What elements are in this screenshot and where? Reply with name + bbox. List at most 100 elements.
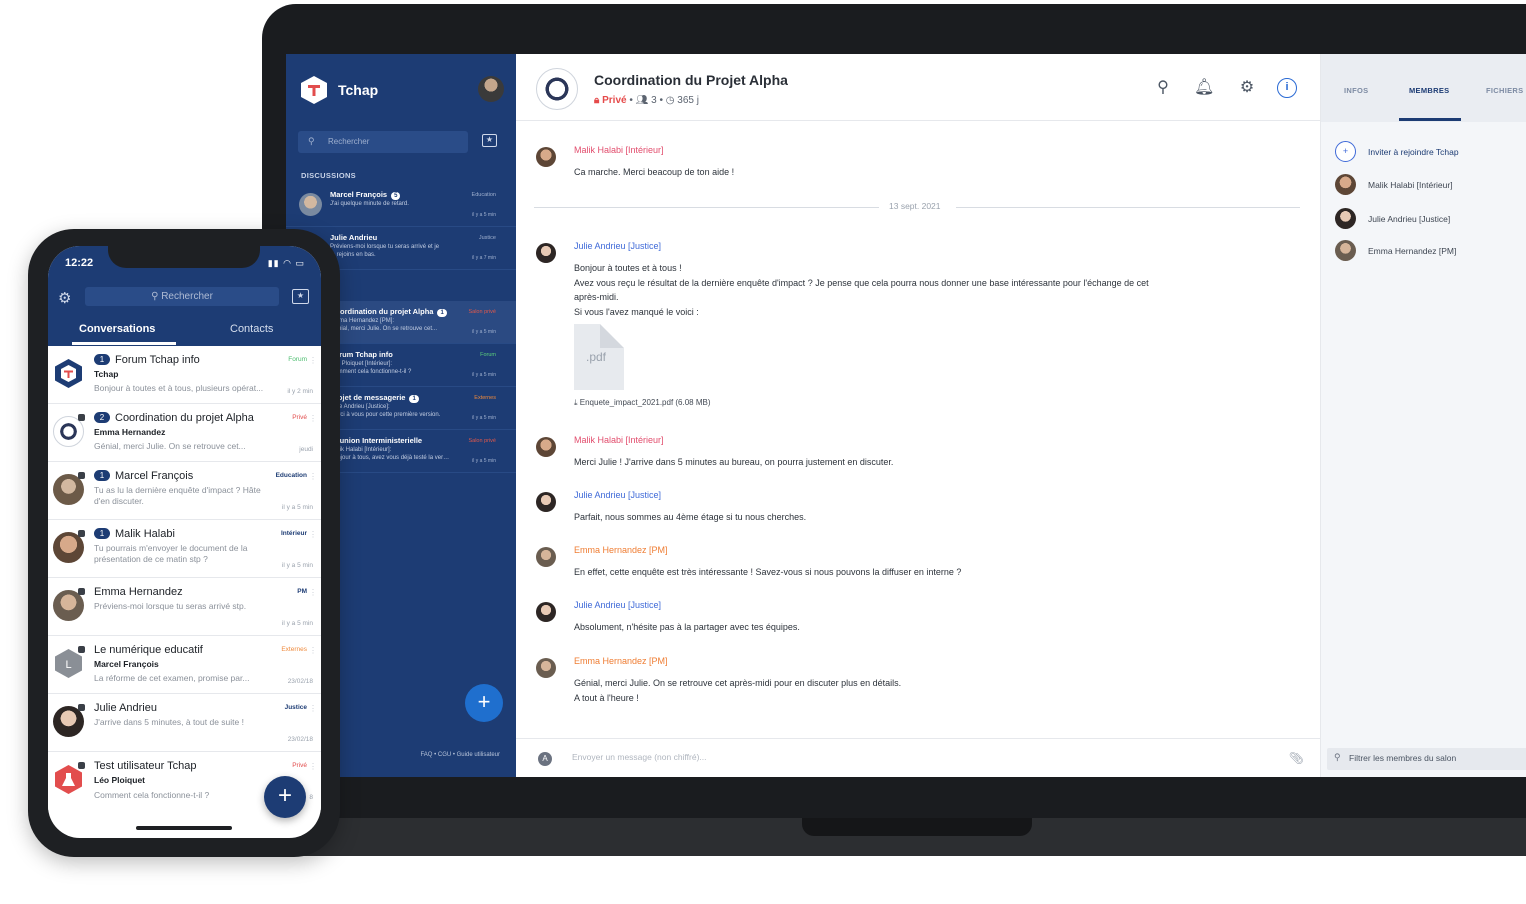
tab-fichiers[interactable]: FICHIERS [1486, 86, 1523, 95]
status-time: 12:22 [65, 257, 94, 269]
conversation-time: il y a 5 min [281, 504, 313, 511]
more-icon[interactable]: ⋮ [309, 704, 317, 713]
user-avatar[interactable] [478, 76, 504, 102]
member-item[interactable]: Malik Halabi [Intérieur] [1335, 174, 1525, 196]
conversation-sub: Emma Hernandez [94, 427, 166, 437]
room-preview: Julie Andrieu [Justice]: [330, 404, 390, 410]
sidebar-search-input[interactable]: ⚲ Rechercher [298, 131, 468, 153]
filter-members-input[interactable]: ⚲ Filtrer les membres du salon [1327, 748, 1526, 770]
room-name: Coordination du projet Alpha 1 [330, 307, 447, 317]
room-name: Réunion Interministerielle [330, 436, 423, 445]
room-preview-line2: Bonjour à tous, avez vous déjà testé la … [330, 455, 450, 461]
invite-button[interactable]: + Inviter à rejoindre Tchap [1335, 141, 1525, 163]
lock-icon [78, 414, 85, 421]
conversation-item[interactable]: 1 Malik Halabi Tu pourrais m'envoyer le d… [48, 520, 321, 578]
gear-icon[interactable]: ⚙ [1237, 78, 1257, 98]
sidebar-footer-links[interactable]: FAQ • CGU • Guide utilisateur [420, 752, 500, 758]
room-tag: Salon privé [468, 438, 496, 444]
message-author[interactable]: Julie Andrieu [Justice] [574, 241, 661, 251]
more-icon[interactable]: ⋮ [309, 762, 317, 771]
mobile-search-placeholder: Rechercher [161, 291, 213, 302]
pdf-attachment[interactable]: .pdf [574, 324, 624, 390]
conversation-tag: Intérieur [280, 530, 307, 537]
mobile-search-input[interactable]: ⚲ Rechercher [85, 287, 279, 306]
lock-icon [78, 704, 85, 711]
lock-icon [78, 588, 85, 595]
room-preview-line2: Merci à vous pour cette première version… [330, 412, 441, 418]
search-icon[interactable]: ⚲ [1153, 78, 1173, 98]
tab-contacts[interactable]: Contacts [230, 323, 273, 335]
message-author[interactable]: Emma Hernandez [PM] [574, 545, 668, 555]
attachment-download-link[interactable]: ⤓ Enquete_impact_2021.pdf (6.08 MB) [574, 398, 711, 408]
conversation-time: il y 2 min [287, 388, 313, 395]
conversation-item[interactable]: 1 Forum Tchap info Tchap Bonjour à toutes… [48, 346, 321, 404]
avatar [536, 243, 556, 263]
gear-icon[interactable]: ⚙ [58, 289, 71, 307]
member-name: Julie Andrieu [Justice] [1368, 214, 1451, 224]
conversation-name: 1 Forum Tchap info [94, 354, 200, 366]
room-time: il y a 7 min [472, 255, 496, 261]
new-conversation-button[interactable]: + [465, 684, 503, 722]
room-tag: Education [471, 192, 496, 198]
favourites-icon[interactable]: ★ [292, 289, 309, 304]
room-name: Projet de messagerie 1 [330, 393, 419, 403]
room-tag: Justice [478, 235, 496, 241]
info-icon[interactable]: i [1277, 78, 1297, 98]
more-icon[interactable]: ⋮ [309, 472, 317, 481]
message-body: Génial, merci Julie. On se retrouve cet … [574, 678, 902, 703]
conversation-item[interactable]: 1 Marcel François Tu as lu la dernière en… [48, 462, 321, 520]
more-icon[interactable]: ⋮ [309, 414, 317, 423]
message-author[interactable]: Julie Andrieu [Justice] [574, 600, 661, 610]
message-input[interactable]: Envoyer un message (non chiffré)... [572, 752, 707, 762]
clock-icon: ◷ [665, 95, 675, 106]
unread-badge: 1 [94, 528, 110, 539]
conversation-preview: Comment cela fonctionne-t-il ? [94, 790, 210, 800]
tab-infos[interactable]: INFOS [1344, 86, 1368, 95]
conversation-sub: Léo Ploiquet [94, 775, 145, 785]
room-preview: Emma Hernandez [PM]: [330, 318, 395, 324]
more-icon[interactable]: ⋮ [309, 530, 317, 539]
conversation-name: Emma Hernandez [94, 586, 183, 598]
lock-icon [78, 646, 85, 653]
more-icon[interactable]: ⋮ [309, 646, 317, 655]
message-body: Parfait, nous sommes au 4ème étage si tu… [574, 512, 807, 522]
room-meta: 🔒︎ Privé • 👥︎ 3 • ◷ 365 j [594, 95, 699, 106]
conversation-item[interactable]: 2 Coordination du projet Alpha Emma Herna… [48, 404, 321, 462]
message-author[interactable]: Malik Halabi [Intérieur] [574, 435, 664, 445]
conversation-time: 23/02/18 [287, 736, 313, 743]
tab-conversations[interactable]: Conversations [79, 323, 155, 335]
room-preview: J'ai quelque minute de retard. [330, 201, 409, 207]
paperclip-icon[interactable]: 📎︎ [1289, 751, 1304, 765]
member-item[interactable]: Julie Andrieu [Justice] [1335, 208, 1525, 230]
message-body: Merci Julie ! J'arrive dans 5 minutes au… [574, 457, 894, 467]
conversation-sub: Marcel François [94, 659, 159, 669]
conversation-item[interactable]: L Le numérique educatif Marcel François … [48, 636, 321, 694]
member-item[interactable]: Emma Hernandez [PM] [1335, 240, 1525, 262]
message-author[interactable]: Malik Halabi [Intérieur] [574, 145, 664, 155]
avatar [536, 437, 556, 457]
tab-membres[interactable]: MEMBRES [1409, 86, 1449, 95]
conversation-name: Julie Andrieu [94, 702, 157, 714]
lock-icon [78, 472, 85, 479]
new-conversation-button[interactable]: + [264, 776, 306, 818]
unread-badge: 1 [94, 470, 110, 481]
lock-icon [78, 762, 85, 769]
room-preview-line2: te rejoins en bas. [330, 252, 376, 258]
date-label: 13 sept. 2021 [889, 201, 941, 211]
conversation-item[interactable]: Emma Hernandez Préviens-moi lorsque tu s… [48, 578, 321, 636]
discussions-section-label: DISCUSSIONS [301, 171, 356, 180]
lock-icon: 🔒︎ [594, 95, 600, 106]
conversation-preview: Préviens-moi lorsque tu seras arrivé stp… [94, 601, 247, 611]
message-author[interactable]: Julie Andrieu [Justice] [574, 490, 661, 500]
more-icon[interactable]: ⋮ [309, 356, 317, 365]
more-icon[interactable]: ⋮ [309, 588, 317, 597]
favourites-icon[interactable]: ★ [482, 134, 497, 147]
unread-badge: 1 [94, 354, 110, 365]
message-author[interactable]: Emma Hernandez [PM] [574, 656, 668, 666]
sidebar-search-placeholder: Rechercher [328, 137, 370, 146]
avatar [1335, 240, 1356, 261]
sidebar-room[interactable]: Marcel François 5 J'ai quelque minute de … [286, 184, 516, 227]
conversation-item[interactable]: Julie Andrieu J'arrive dans 5 minutes, à… [48, 694, 321, 752]
bell-icon[interactable]: 🔔︎ [1194, 78, 1214, 98]
avatar [536, 147, 556, 167]
